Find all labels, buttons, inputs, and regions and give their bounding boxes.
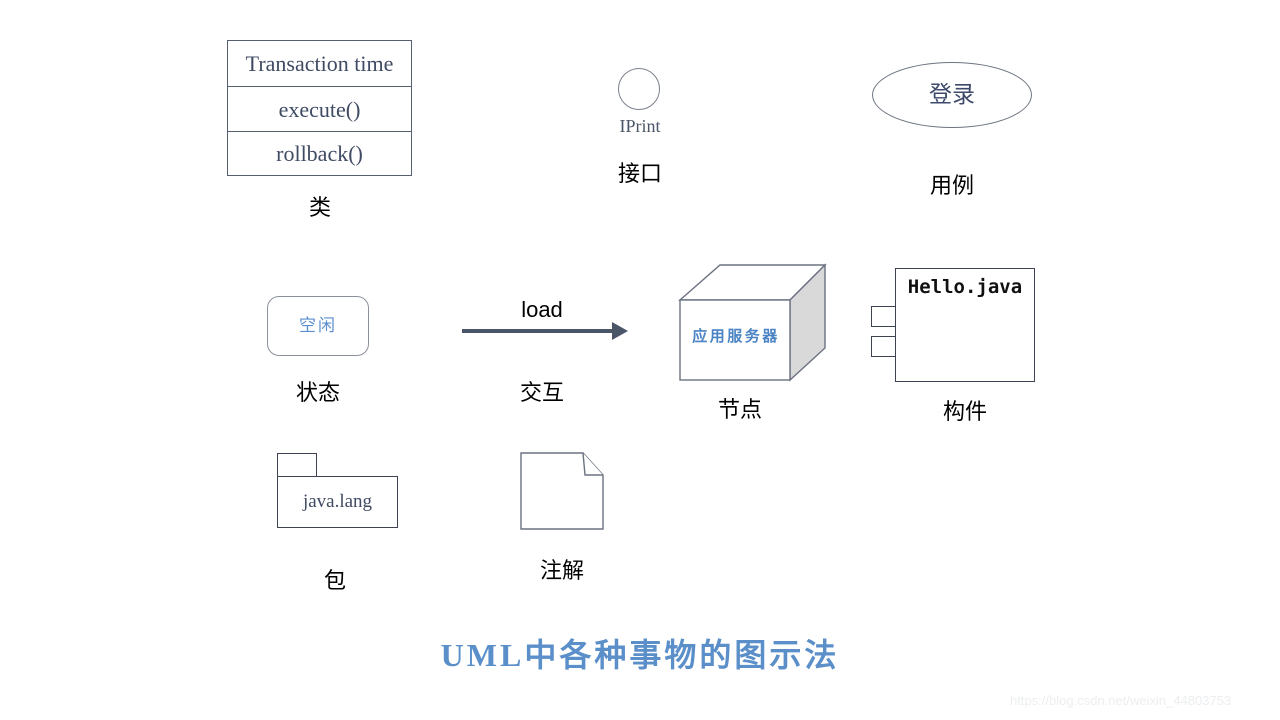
uml-diagram-canvas: Transaction time execute() rollback() 类 … — [0, 0, 1280, 720]
class-operation-row-2: rollback() — [228, 131, 411, 175]
interface-name: IPrint — [619, 116, 661, 136]
page-title: UML中各种事物的图示法 — [440, 637, 840, 673]
arrow-head-icon — [612, 322, 628, 340]
component-caption: 构件 — [942, 399, 987, 424]
arrow-right-icon — [462, 329, 615, 333]
interaction-caption: 交互 — [519, 380, 564, 405]
note-icon — [519, 451, 605, 531]
circle-icon — [618, 68, 660, 110]
class-shape: Transaction time execute() rollback() — [227, 40, 412, 176]
state-label: 空闲 — [299, 316, 337, 335]
node-label: 应用服务器 — [692, 328, 780, 345]
note-svg — [520, 452, 604, 530]
component-name: Hello.java — [907, 276, 1023, 298]
package-caption: 包 — [323, 568, 346, 593]
package-name: java.lang — [302, 491, 373, 512]
interface-caption: 接口 — [617, 161, 662, 186]
state-caption: 状态 — [295, 380, 340, 405]
watermark: https://blog.csdn.net/weixin_44803753 — [1010, 693, 1232, 708]
interaction-label: load — [521, 297, 563, 322]
note-caption: 注解 — [539, 558, 584, 583]
class-caption: 类 — [308, 195, 331, 220]
usecase-label: 登录 — [929, 82, 975, 107]
usecase-caption: 用例 — [929, 173, 974, 198]
node-caption: 节点 — [717, 397, 762, 422]
folder-icon-tab — [277, 453, 317, 477]
class-name-row: Transaction time — [245, 51, 394, 76]
class-operation-row-1: execute() — [228, 86, 411, 131]
